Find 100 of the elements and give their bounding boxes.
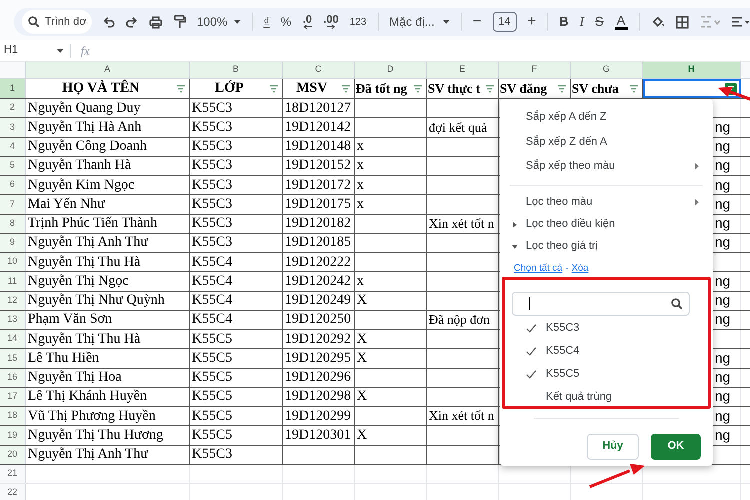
header-cell[interactable]: Đã tốt ng: [355, 79, 427, 98]
table-cell-text: Nguyễn Thị Anh Thư: [27, 234, 148, 252]
row-number[interactable]: 17: [0, 388, 26, 406]
text-color-button[interactable]: A: [614, 14, 628, 30]
fill-color-icon[interactable]: [650, 15, 664, 29]
undo-icon[interactable]: [103, 16, 115, 28]
column-header[interactable]: F: [499, 62, 571, 78]
row-number[interactable]: 21: [0, 464, 26, 483]
bold-button[interactable]: B: [559, 12, 569, 32]
table-cell-text: ng: [715, 156, 731, 176]
number-format-button[interactable]: 123: [350, 14, 367, 30]
row-number[interactable]: 3: [0, 118, 26, 136]
header-cell[interactable]: SV chưa: [571, 79, 643, 98]
row-number[interactable]: 12: [0, 292, 26, 310]
row-number[interactable]: 15: [0, 349, 26, 368]
filter-button[interactable]: [176, 84, 186, 93]
filter-value-item[interactable]: K55C5: [500, 362, 713, 386]
search-icon[interactable]: [671, 298, 683, 310]
name-box[interactable]: H1: [0, 42, 70, 59]
clear-link[interactable]: Xóa: [572, 262, 589, 277]
row-number[interactable]: 22: [0, 484, 26, 500]
table-cell-text: 19D120152: [284, 157, 352, 176]
column-header[interactable]: B: [190, 62, 283, 78]
filter-button[interactable]: [341, 84, 351, 93]
row-number[interactable]: 16: [0, 368, 26, 387]
print-icon[interactable]: [149, 16, 163, 28]
borders-icon[interactable]: [676, 16, 688, 28]
row-number[interactable]: 19: [0, 426, 26, 444]
table-cell-text: K55C5: [191, 426, 232, 445]
search-icon[interactable]: [28, 16, 40, 28]
column-header[interactable]: D: [355, 62, 427, 78]
menu-search-field[interactable]: Trình đơ: [22, 10, 92, 34]
row-number[interactable]: 8: [0, 214, 26, 233]
menu-item[interactable]: Sắp xếp Z đến A: [500, 130, 713, 154]
row-number[interactable]: 18: [0, 407, 26, 426]
menu-item[interactable]: Sắp xếp A đến Z: [500, 105, 713, 130]
row-number[interactable]: 4: [0, 138, 26, 156]
table-cell-text: Vũ Thị Phương Huyền: [27, 408, 156, 426]
currency-button[interactable]: ₫: [264, 13, 270, 31]
row-number[interactable]: 5: [0, 156, 26, 175]
column-header[interactable]: C: [283, 62, 355, 78]
header-cell[interactable]: LỚP: [190, 79, 283, 98]
column-header[interactable]: G: [571, 62, 643, 78]
decrease-decimal-button[interactable]: .0: [302, 15, 313, 29]
filter-button[interactable]: [557, 84, 567, 93]
collapse-arrow-icon[interactable]: [512, 244, 518, 248]
menu-item[interactable]: Lọc theo điều kiện: [500, 214, 713, 236]
filter-button[interactable]: [413, 84, 423, 93]
menu-item[interactable]: Lọc theo màu: [500, 192, 713, 214]
header-cell[interactable]: HỌ VÀ TÊN: [26, 79, 190, 98]
header-cell[interactable]: SV đăng: [499, 79, 571, 98]
paint-format-icon[interactable]: [174, 15, 186, 29]
column-header[interactable]: E: [427, 62, 499, 78]
zoom-dropdown[interactable]: 100%: [197, 13, 241, 31]
table-cell-text: x: [356, 196, 364, 214]
header-cell[interactable]: [643, 79, 741, 98]
filter-value-item[interactable]: K55C3: [500, 316, 713, 340]
table-cell-text: ng: [715, 426, 731, 445]
row-number[interactable]: 20: [0, 446, 26, 464]
row-number[interactable]: 13: [0, 310, 26, 329]
filter-button[interactable]: [629, 84, 639, 93]
increase-decimal-button[interactable]: .00: [324, 15, 339, 29]
font-dropdown[interactable]: Mặc đị...: [390, 13, 450, 31]
ok-button[interactable]: OK: [651, 434, 701, 460]
column-header[interactable]: A: [26, 62, 190, 78]
filter-button[interactable]: [485, 84, 495, 93]
row-number[interactable]: 14: [0, 330, 26, 348]
filter-button[interactable]: [269, 84, 279, 93]
filter-value-item[interactable]: Kết quả trùng: [500, 386, 713, 408]
row-number[interactable]: 11: [0, 272, 26, 290]
table-cell-text: ng: [715, 214, 731, 234]
cancel-button[interactable]: Hủy: [587, 434, 639, 460]
table-cell-text: 19D120296: [284, 369, 352, 388]
menu-item[interactable]: Lọc theo giá trị: [500, 236, 713, 258]
merge-cells-icon[interactable]: [700, 16, 720, 28]
align-left-icon[interactable]: [730, 16, 750, 28]
row-number[interactable]: 10: [0, 253, 26, 272]
redo-icon[interactable]: [126, 16, 138, 28]
italic-button[interactable]: I: [580, 12, 584, 32]
table-cell-text: x: [356, 138, 364, 156]
table-cell-text: K55C4: [191, 292, 232, 310]
row-number[interactable]: 6: [0, 176, 26, 194]
expand-arrow-icon[interactable]: [513, 222, 517, 228]
header-cell[interactable]: MSV: [283, 79, 355, 98]
strikethrough-button[interactable]: S: [595, 12, 604, 32]
filter-value-item[interactable]: K55C4: [500, 340, 713, 362]
font-size-field[interactable]: 14: [492, 12, 517, 32]
row-number[interactable]: 7: [0, 195, 26, 214]
menu-item[interactable]: Sắp xếp theo màu: [500, 154, 713, 178]
column-header[interactable]: H: [643, 62, 741, 78]
percent-button[interactable]: %: [280, 13, 292, 31]
increase-font-size-button[interactable]: +: [528, 10, 536, 34]
select-all-link[interactable]: Chọn tất cả: [514, 262, 563, 277]
search-field[interactable]: [512, 292, 690, 316]
row-number[interactable]: 9: [0, 234, 26, 252]
header-cell[interactable]: SV thực t: [427, 79, 499, 98]
row-number[interactable]: 1: [0, 79, 26, 98]
table-cell-text: Xin xét tốt n: [428, 214, 494, 233]
decrease-font-size-button[interactable]: −: [472, 10, 482, 34]
row-number[interactable]: 2: [0, 99, 26, 118]
